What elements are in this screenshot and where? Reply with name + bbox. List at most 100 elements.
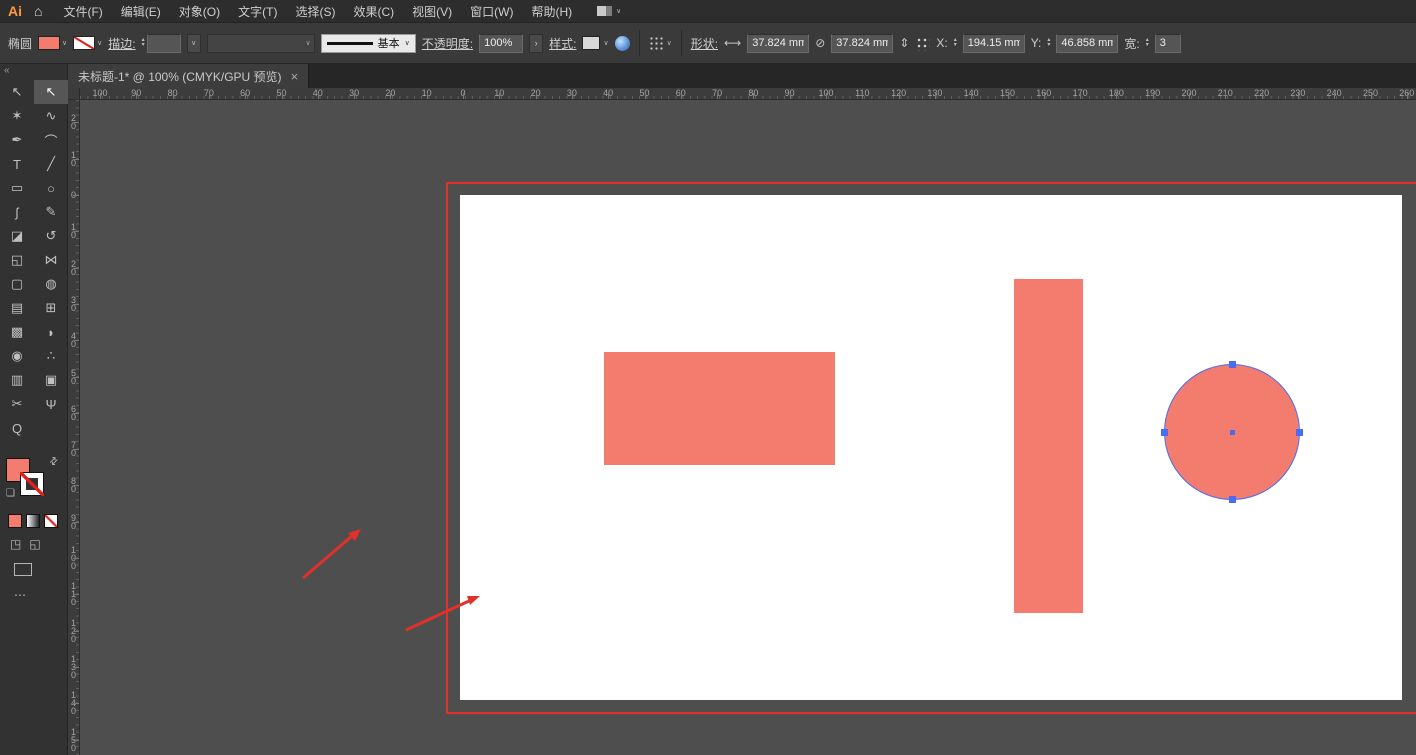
menu-object[interactable]: 对象(O) (170, 3, 229, 20)
close-tab-icon[interactable]: × (291, 69, 299, 84)
stepper-arrows-icon[interactable]: ▴▾ (1047, 38, 1050, 48)
context-label: 椭圆 (8, 35, 32, 52)
paintbrush-tool[interactable]: ʃ (0, 200, 34, 224)
menu-file[interactable]: 文件(F) (54, 3, 111, 20)
horizontal-ruler[interactable]: 1009080706050403020100102030405060708090… (80, 88, 1416, 100)
shape-height-input[interactable] (831, 34, 893, 53)
direct-selection-tool[interactable]: ↖ (34, 80, 68, 104)
blend-tool[interactable]: ◉ (0, 344, 34, 368)
opacity-expand-button[interactable]: › (529, 34, 543, 53)
collapse-panel-button[interactable]: « (0, 64, 67, 80)
menu-bar: Ai ⌂ 文件(F)编辑(E)对象(O)文字(T)选择(S)效果(C)视图(V)… (0, 0, 1416, 22)
menu-help[interactable]: 帮助(H) (522, 3, 581, 20)
width-label: 宽: (1124, 35, 1139, 52)
document-tab[interactable]: 未标题-1* @ 100% (CMYK/GPU 预览) × (68, 64, 309, 88)
hand-tool[interactable]: Ψ (34, 392, 68, 416)
more-tools-button[interactable]: ⋯ (14, 588, 67, 602)
reference-point-icon[interactable] (915, 36, 930, 51)
graphic-style-dropdown[interactable]: ∨ (582, 36, 608, 50)
menu-window[interactable]: 窗口(W) (461, 3, 522, 20)
rotate-tool[interactable]: ↺ (34, 224, 68, 248)
mesh-tool[interactable]: ⊞ (34, 296, 68, 320)
symbol-sprayer-tool[interactable]: ∴ (34, 344, 68, 368)
slice-tool[interactable]: ✂ (0, 392, 34, 416)
y-input[interactable] (1056, 34, 1118, 53)
selection-tool[interactable]: ↖ (0, 80, 34, 104)
tools-panel: « ↖↖✶∿✒⌒T╱▭○ʃ✎◪↺◱⋈▢◍▤⊞▩◗◉∴▥▣✂ΨQ ⇄ ❏ ◳ ◱ … (0, 64, 68, 755)
annotation-rectangle (446, 182, 1416, 714)
magic-wand-tool[interactable]: ✶ (0, 104, 34, 128)
shape-builder-tool[interactable]: ◍ (34, 272, 68, 296)
width-input[interactable] (1155, 34, 1181, 53)
stepper-arrows-icon[interactable]: ▴▾ (954, 38, 957, 48)
control-bar: 椭圆 ∨ ∨ 描边: ▴▾ ∨ ∨ 基本 ∨ 不透明度: › 样式: ∨ ∨ 形… (0, 22, 1416, 64)
free-transform-tool[interactable]: ▢ (0, 272, 34, 296)
shape-width-input[interactable] (747, 34, 809, 53)
brush-definition-dropdown[interactable]: 基本 ∨ (321, 34, 416, 53)
constrain-proportions-icon[interactable]: ⊘ (815, 36, 825, 50)
vertical-ruler[interactable]: 2010010203040506070809010011012013014015… (68, 100, 80, 755)
menu-type[interactable]: 文字(T) (229, 3, 286, 20)
line-segment-tool[interactable]: ╱ (34, 152, 68, 176)
menu-view[interactable]: 视图(V) (403, 3, 461, 20)
recolor-artwork-icon[interactable] (615, 36, 630, 51)
lasso-tool[interactable]: ∿ (34, 104, 68, 128)
stroke-weight-label[interactable]: 描边: (108, 35, 135, 52)
document-tab-bar: 未标题-1* @ 100% (CMYK/GPU 预览) × (68, 64, 1416, 88)
screen-mode-button[interactable] (14, 563, 32, 576)
perspective-grid-tool[interactable]: ▤ (0, 296, 34, 320)
ellipse-tool[interactable]: ○ (34, 176, 68, 200)
chevron-down-icon: ∨ (97, 39, 102, 47)
default-fill-stroke-icon[interactable]: ❏ (6, 488, 15, 499)
stroke-swatch[interactable] (20, 472, 44, 496)
style-swatch-icon (582, 36, 600, 50)
eyedropper-tool[interactable]: ◗ (34, 320, 68, 344)
y-label: Y: (1031, 36, 1042, 50)
workspace-switcher-button[interactable]: ∨ (597, 6, 621, 16)
pen-tool[interactable]: ✒ (0, 128, 34, 152)
illustrator-logo[interactable]: Ai (0, 3, 32, 19)
stepper-arrows-icon[interactable]: ▴▾ (1146, 38, 1149, 48)
fill-color-button[interactable]: ∨ (38, 36, 67, 50)
canvas[interactable] (80, 100, 1416, 755)
chevron-down-icon: ∨ (306, 39, 311, 47)
align-button[interactable]: ∨ (649, 37, 672, 50)
swap-fill-stroke-icon[interactable]: ⇄ (47, 455, 61, 469)
draw-normal-icon[interactable]: ◳ (10, 537, 21, 551)
stroke-weight-stepper[interactable]: ▴▾ (142, 34, 181, 53)
gradient-button[interactable] (26, 514, 40, 528)
stepper-arrows-icon[interactable]: ▴▾ (142, 38, 145, 48)
style-label[interactable]: 样式: (549, 35, 576, 52)
menu-effect[interactable]: 效果(C) (344, 3, 403, 20)
curvature-tool[interactable]: ⌒ (34, 128, 68, 152)
none-button[interactable] (44, 514, 58, 528)
artboard-tool[interactable]: ▣ (34, 368, 68, 392)
draw-behind-icon[interactable]: ◱ (29, 537, 40, 551)
brush-stroke-preview (327, 42, 373, 45)
stroke-weight-dropdown[interactable]: ∨ (187, 34, 201, 53)
stroke-weight-input[interactable] (147, 34, 181, 53)
scale-tool[interactable]: ◱ (0, 248, 34, 272)
shaper-tool[interactable]: ✎ (34, 200, 68, 224)
swap-dimensions-icon[interactable]: ⇕ (899, 36, 909, 50)
menu-select[interactable]: 选择(S) (286, 3, 344, 20)
column-graph-tool[interactable]: ▥ (0, 368, 34, 392)
width-tool[interactable]: ⋈ (34, 248, 68, 272)
type-tool[interactable]: T (0, 152, 34, 176)
drawing-modes-row: ◳ ◱ (10, 537, 67, 551)
ruler-origin-corner[interactable] (68, 88, 80, 100)
gradient-tool[interactable]: ▩ (0, 320, 34, 344)
color-button[interactable] (8, 514, 22, 528)
stroke-color-button[interactable]: ∨ (73, 36, 102, 50)
opacity-input[interactable] (479, 34, 523, 53)
menu-edit[interactable]: 编辑(E) (112, 3, 170, 20)
rectangle-tool[interactable]: ▭ (0, 176, 34, 200)
zoom-tool[interactable]: Q (0, 416, 34, 440)
chevron-down-icon: ∨ (405, 39, 410, 47)
eraser-tool[interactable]: ◪ (0, 224, 34, 248)
x-input[interactable] (963, 34, 1025, 53)
variable-width-profile-dropdown[interactable]: ∨ (207, 34, 315, 53)
opacity-label[interactable]: 不透明度: (422, 35, 473, 52)
home-icon[interactable]: ⌂ (32, 3, 54, 19)
chevron-down-icon: ∨ (191, 39, 196, 47)
